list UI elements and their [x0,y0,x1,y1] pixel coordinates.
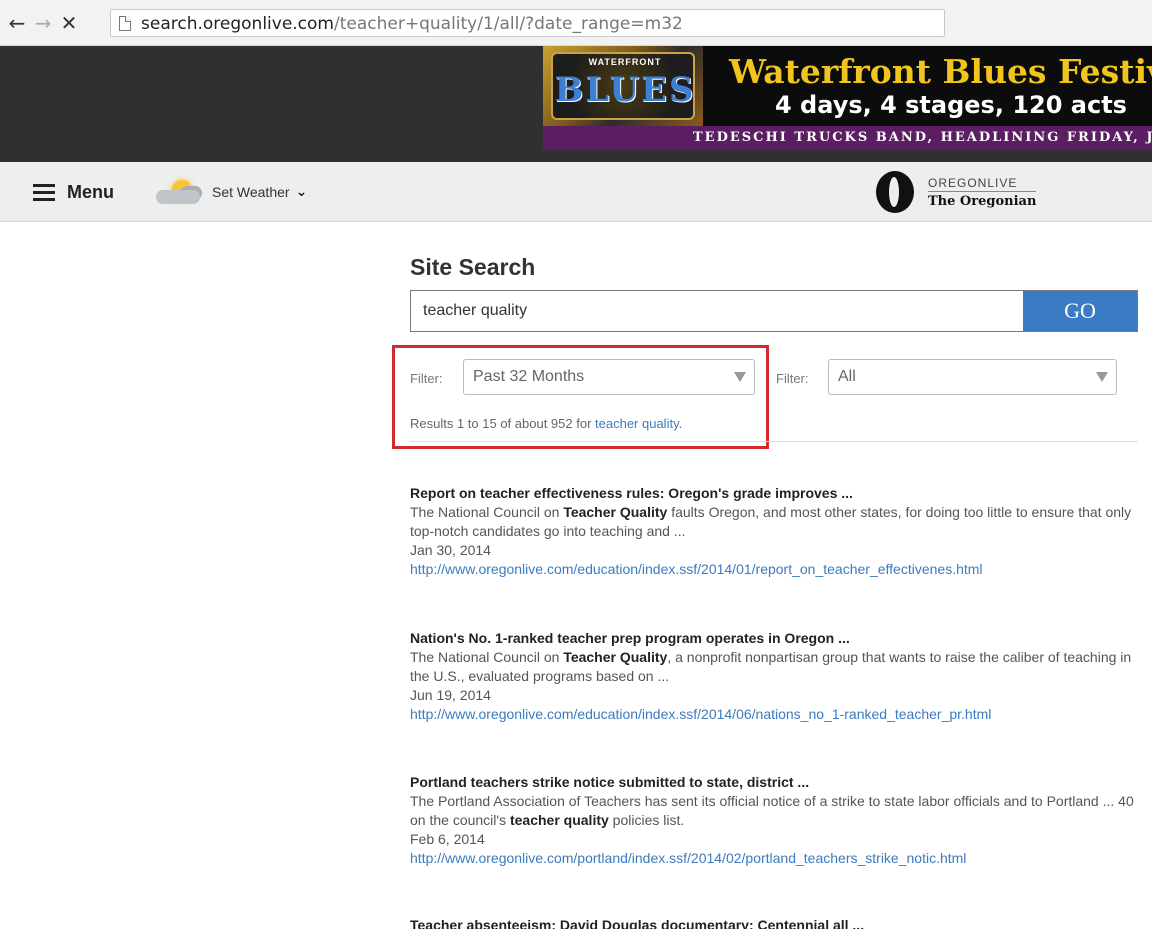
result-date: Feb 6, 2014 [410,831,485,847]
url-text[interactable]: search.oregonlive.com/teacher+quality/1/… [141,14,683,34]
result-snippet: The National Council on Teacher Quality … [410,504,1132,539]
result-url[interactable]: http://www.oregonlive.com/education/inde… [410,705,1145,724]
address-bar[interactable]: search.oregonlive.com/teacher+quality/1/… [110,9,945,37]
menu-label: Menu [67,181,114,202]
oregonian-logo-icon [876,171,914,213]
banner-area: WATERFRONT BLUES Waterfront Blues Festiv… [0,46,1152,162]
stop-loading-icon[interactable]: ✕ [58,12,80,34]
divider [410,441,1138,442]
ad-strip-text: TEDESCHI TRUCKS BAND, HEADLINING FRIDAY,… [693,130,1152,145]
search-result: Portland teachers strike notice submitte… [410,773,1145,868]
page-icon [119,16,131,31]
advertisement-banner[interactable]: WATERFRONT BLUES Waterfront Blues Festiv… [543,46,1152,150]
result-url[interactable]: http://www.oregonlive.com/portland/index… [410,849,1145,868]
result-snippet: The Portland Association of Teachers has… [410,793,1134,828]
forward-arrow-icon[interactable]: → [32,12,54,34]
page-title: Site Search [410,254,536,280]
hamburger-icon [33,183,55,201]
site-header: Menu Set Weather ⌄ OREGONLIVE The Oregon… [0,162,1152,222]
section-filter-select[interactable]: All [828,359,1117,395]
highlight-box [392,345,769,449]
menu-button[interactable]: Menu [33,179,114,205]
url-path: /teacher+quality/1/all/?date_range=m32 [334,14,683,34]
chevron-down-icon: ⌄ [295,184,308,200]
result-title[interactable]: Nation's No. 1-ranked teacher prep progr… [410,629,1145,648]
result-title[interactable]: Portland teachers strike notice submitte… [410,773,1145,792]
result-snippet: The National Council on Teacher Quality,… [410,649,1132,684]
filter-label-section: Filter: [776,371,809,386]
result-date: Jun 19, 2014 [410,687,491,703]
search-result: Report on teacher effectiveness rules: O… [410,484,1145,579]
brand-bottom: The Oregonian [928,193,1037,209]
brand-top: OREGONLIVE [928,176,1037,192]
search-input[interactable] [411,291,1023,331]
section-filter-value: All [838,368,856,385]
ad-strip: TEDESCHI TRUCKS BAND, HEADLINING FRIDAY,… [543,126,1152,150]
dropdown-arrow-icon [1096,372,1108,382]
ad-subtitle: 4 days, 4 stages, 120 acts [775,91,1127,119]
result-title[interactable]: Teacher absenteeism; David Douglas docum… [410,916,1145,929]
result-date: Jan 30, 2014 [410,542,491,558]
search-form: GO [410,290,1138,332]
browser-toolbar: ← → ✕ search.oregonlive.com/teacher+qual… [0,0,1152,46]
search-result: Teacher absenteeism; David Douglas docum… [410,916,1145,929]
festival-logo-top: WATERFRONT [588,57,662,67]
go-button[interactable]: GO [1023,291,1137,331]
back-arrow-icon[interactable]: ← [6,12,28,34]
url-host: search.oregonlive.com [141,14,334,34]
festival-logo: WATERFRONT BLUES [543,46,703,126]
set-weather-button[interactable]: Set Weather ⌄ [152,176,307,208]
ad-title: Waterfront Blues Festiva [729,52,1152,91]
search-result: Nation's No. 1-ranked teacher prep progr… [410,629,1145,724]
result-url[interactable]: http://www.oregonlive.com/education/inde… [410,560,1145,579]
site-logo[interactable]: OREGONLIVE The Oregonian [876,170,1037,214]
result-title[interactable]: Report on teacher effectiveness rules: O… [410,484,1145,503]
weather-label: Set Weather [212,184,290,200]
festival-logo-text: BLUES [554,70,696,110]
partly-cloudy-icon [152,176,210,208]
